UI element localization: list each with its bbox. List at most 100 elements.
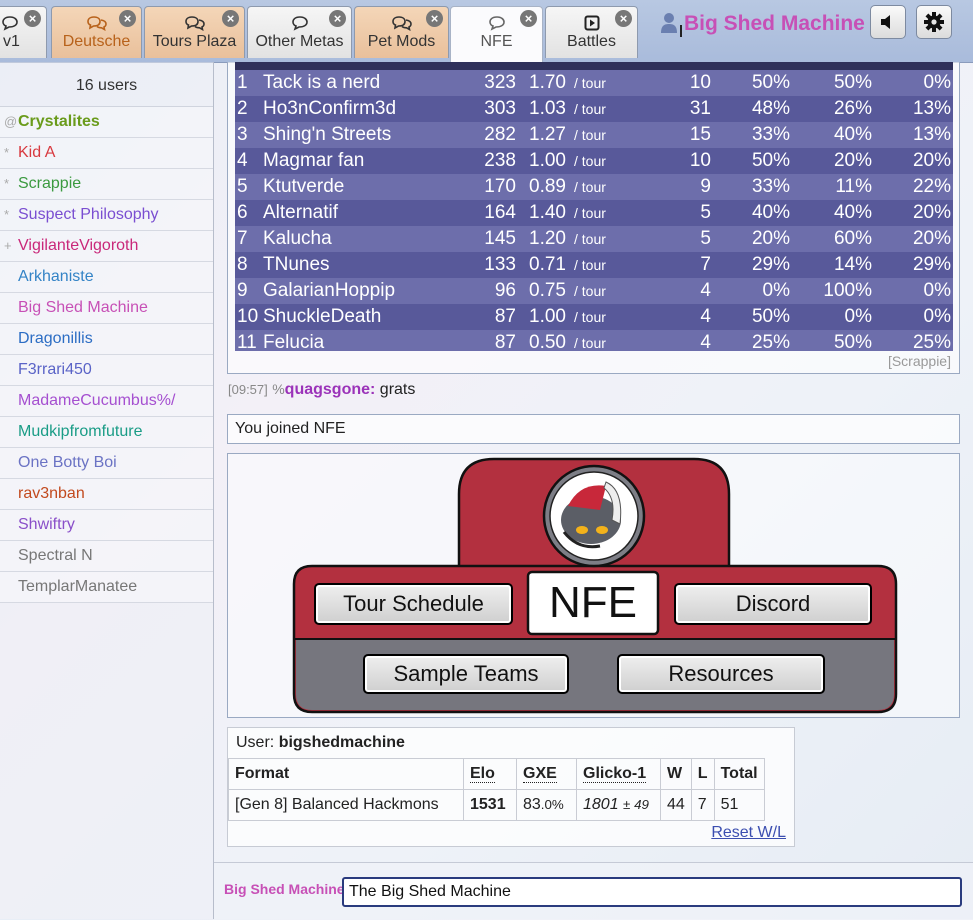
chat-icon — [2, 16, 18, 31]
close-icon[interactable]: × — [520, 10, 537, 27]
lb-cell: 0% — [923, 280, 951, 301]
user-name: Spectral N — [18, 547, 93, 564]
user-name: Big Shed Machine — [18, 299, 148, 316]
leaderboard-table[interactable]: 1 Tack is a nerd 323 1.70/ tour 10 50% 50% 0% 2 H… — [235, 70, 953, 351]
stat-l: 7 — [690, 789, 715, 821]
lb-cell: 14% — [833, 254, 872, 275]
lb-cell: 20% — [751, 228, 790, 249]
chat-username[interactable]: quagsgone: — [285, 381, 376, 398]
lb-cell: 164 — [484, 202, 516, 223]
lb-cell: 0% — [923, 72, 951, 93]
sound-button[interactable] — [870, 5, 906, 39]
lb-cell: 13% — [912, 98, 951, 119]
col-elo: Elo — [470, 765, 495, 783]
stat-gxe-value: 83 — [523, 796, 541, 813]
lb-cell: 133 — [484, 254, 516, 275]
lb-cell: 20% — [912, 202, 951, 223]
list-item[interactable]: MadameCucumbus%/ — [0, 386, 213, 417]
stat-w: 44 — [660, 789, 692, 821]
table-row: 11 Felucia 87 0.50 / tour 4 25% 50% 25% — [235, 330, 953, 351]
list-item[interactable]: + VigilanteVigoroth — [0, 231, 213, 262]
resources-button[interactable]: Resources — [617, 654, 825, 694]
user-list-items: @Crystalites * Kid A * Scrappie * Suspect Phil… — [0, 107, 213, 603]
list-item[interactable]: Spectral N — [0, 541, 213, 572]
list-item[interactable]: Mudkipfromfuture — [0, 417, 213, 448]
play-icon — [584, 15, 599, 31]
stat-format: [Gen 8] Balanced Hackmons — [228, 789, 464, 821]
list-item[interactable]: rav3nban — [0, 479, 213, 510]
tab-tours-plaza[interactable]: Tours Plaza × — [144, 6, 245, 58]
list-item[interactable]: TemplarManatee — [0, 572, 213, 603]
tab-other-metas[interactable]: Other Metas × — [247, 6, 352, 58]
list-item[interactable]: * Suspect Philosophy — [0, 200, 213, 231]
lb-cell: 9 — [237, 280, 248, 301]
lb-cell: 5 — [237, 176, 248, 197]
user-rank: + — [4, 238, 12, 253]
list-item[interactable]: One Botty Boi — [0, 448, 213, 479]
lb-cell: TNunes — [263, 254, 330, 275]
tab-battles[interactable]: Battles × — [545, 6, 638, 58]
tab-nfe[interactable]: NFE × — [450, 6, 543, 62]
close-icon[interactable]: × — [329, 10, 346, 27]
stats-table: Format Elo GXE Glicko-1 W L Total [Gen 8… — [228, 758, 765, 821]
lb-cell: Felucia — [263, 332, 325, 351]
table-row: 5 Ktutverde 170 0.89 / tour 9 33% 11% 22% — [235, 174, 953, 200]
chat-multiple-icon — [391, 16, 412, 31]
table-row: 6 Alternatif 164 1.40 / tour 5 40% 40% 20% — [235, 200, 953, 226]
tab-label: Tours Plaza — [152, 33, 237, 50]
tour-schedule-button[interactable]: Tour Schedule — [314, 583, 513, 625]
tab-deutsche[interactable]: Deutsche × — [51, 6, 142, 58]
tab-v1[interactable]: v1 × — [0, 6, 47, 58]
stat-elo: 1531 — [463, 789, 517, 821]
banner-title: NFE — [549, 578, 637, 627]
settings-button[interactable] — [916, 5, 952, 39]
lb-cell: 50% — [833, 332, 872, 351]
lb-cell: 4 — [700, 280, 711, 301]
list-item[interactable]: Dragonillis — [0, 324, 213, 355]
lb-cell: Alternatif — [263, 202, 338, 223]
close-icon[interactable]: × — [222, 10, 239, 27]
list-item[interactable]: Arkhaniste — [0, 262, 213, 293]
list-item[interactable]: Shwiftry — [0, 510, 213, 541]
sample-teams-button[interactable]: Sample Teams — [363, 654, 569, 694]
list-item[interactable]: * Kid A — [0, 138, 213, 169]
lb-cell: 238 — [484, 150, 516, 171]
user-menu-button[interactable]: Big Shed Machine — [660, 8, 865, 40]
user-rank: * — [4, 145, 10, 160]
lb-cell: 8 — [237, 254, 248, 275]
input-username[interactable]: Big Shed Machine — [224, 881, 342, 897]
lb-cell: 7 — [237, 228, 248, 249]
lb-cell: 20% — [912, 228, 951, 249]
lb-cell: 1.00 — [529, 150, 566, 171]
lb-cell: 100% — [823, 280, 872, 301]
stats-user-label: User: — [236, 734, 275, 751]
tab-pet-mods[interactable]: Pet Mods × — [354, 6, 449, 58]
chat-input[interactable] — [342, 877, 962, 907]
lb-cell: 33% — [751, 176, 790, 197]
tab-label: Deutsche — [62, 33, 131, 50]
close-icon[interactable]: × — [426, 10, 443, 27]
stat-glicko-dev: ± 49 — [623, 797, 649, 812]
lb-cell: 4 — [700, 332, 711, 351]
lb-cell: 170 — [484, 176, 516, 197]
stat-glicko: 1801 ± 49 — [576, 789, 661, 821]
close-icon[interactable]: × — [24, 10, 41, 27]
table-row: 8 TNunes 133 0.71 / tour 7 29% 14% 29% — [235, 252, 953, 278]
list-item[interactable]: @Crystalites — [0, 107, 213, 138]
lb-cell: 40% — [833, 124, 872, 145]
close-icon[interactable]: × — [119, 10, 136, 27]
col-w: W — [660, 758, 692, 790]
discord-button[interactable]: Discord — [674, 583, 872, 625]
tab-label: Other Metas — [255, 33, 344, 50]
lb-cell: 13% — [912, 124, 951, 145]
close-icon[interactable]: × — [615, 10, 632, 27]
tab-label: Battles — [567, 33, 616, 50]
list-item[interactable]: Big Shed Machine — [0, 293, 213, 324]
lb-cell: 87 — [494, 332, 516, 351]
list-item[interactable]: F3rrari450 — [0, 355, 213, 386]
reset-wl-link[interactable]: Reset W/L — [711, 824, 786, 842]
list-item[interactable]: * Scrappie — [0, 169, 213, 200]
user-name: F3rrari450 — [18, 361, 92, 378]
lb-cell: GalarianHoppip — [263, 280, 396, 301]
lb-cell: ShuckleDeath — [263, 306, 382, 327]
